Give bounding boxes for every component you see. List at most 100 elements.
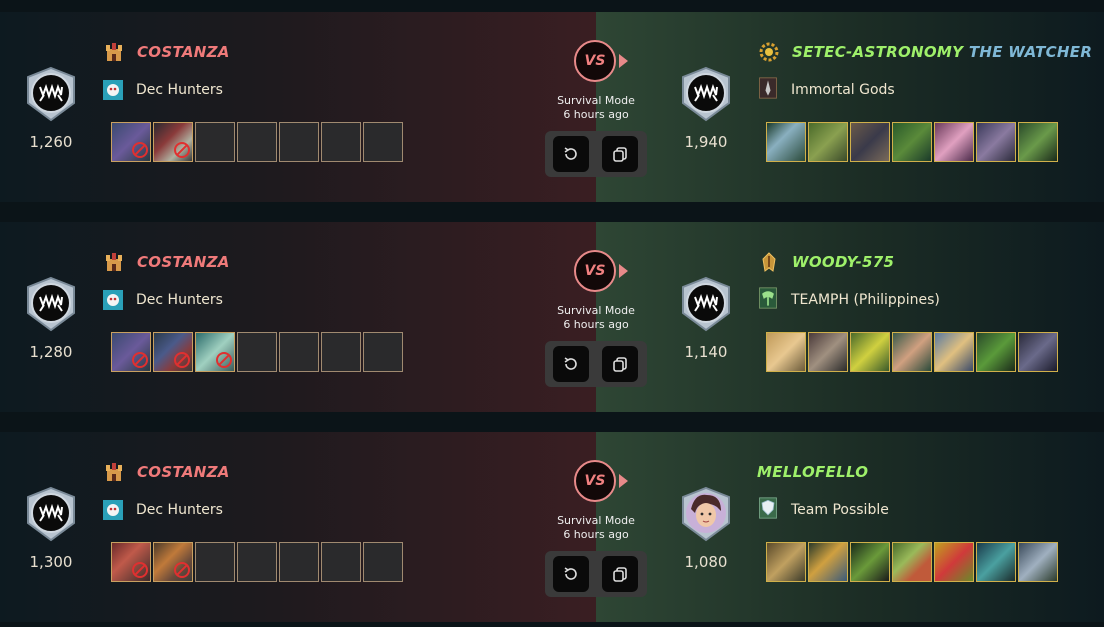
gear-sun-icon	[759, 42, 779, 62]
vs-arrow-icon	[619, 474, 628, 488]
disabled-icon	[174, 562, 190, 578]
mode-label: Survival Mode	[557, 514, 635, 527]
left-team-cards	[111, 122, 405, 162]
right-guild-name[interactable]: Immortal Gods	[791, 82, 895, 98]
card-slot[interactable]	[976, 332, 1016, 372]
player-name-text: SETEC-ASTRONOMY	[792, 43, 964, 61]
card-slot[interactable]	[153, 122, 193, 162]
left-player-name[interactable]: COSTANZA	[137, 253, 230, 271]
card-slot[interactable]	[808, 332, 848, 372]
battle-time: 6 hours ago	[563, 108, 629, 121]
card-slot-empty	[321, 542, 361, 582]
player-title: THE WATCHER	[968, 43, 1093, 61]
card-slot[interactable]	[976, 542, 1016, 582]
rank-badge-icon	[27, 66, 75, 122]
card-slot[interactable]	[934, 542, 974, 582]
mode-label: Survival Mode	[557, 94, 635, 107]
right-player-name[interactable]: WOODY-575	[792, 253, 894, 271]
card-slot[interactable]	[892, 122, 932, 162]
left-guild-name[interactable]: Dec Hunters	[136, 502, 223, 518]
right-player-name[interactable]: MELLOFELLO	[757, 463, 868, 481]
vs-badge: VS	[574, 40, 616, 82]
golden-crest-icon	[762, 252, 776, 272]
avatar-icon	[682, 486, 730, 542]
replay-icon	[564, 567, 577, 580]
rank-badge-icon	[27, 276, 75, 332]
replay-icon	[564, 147, 577, 160]
card-slot[interactable]	[111, 122, 151, 162]
left-player-name[interactable]: COSTANZA	[137, 43, 230, 61]
left-guild-name[interactable]: Dec Hunters	[136, 292, 223, 308]
right-rating: 1,940	[684, 133, 728, 151]
vs-badge: VS	[574, 460, 616, 502]
card-slot-empty	[237, 122, 277, 162]
guild-banner-icon	[759, 287, 777, 309]
card-slot[interactable]	[195, 332, 235, 372]
card-slot[interactable]	[808, 542, 848, 582]
copy-team-button[interactable]	[602, 556, 638, 592]
card-slot[interactable]	[1018, 542, 1058, 582]
right-guild-name[interactable]: TEAMPH (Philippines)	[791, 292, 940, 308]
copy-icon	[613, 357, 627, 372]
disabled-icon	[132, 352, 148, 368]
rank-badge-icon	[682, 66, 730, 122]
battle-time: 6 hours ago	[563, 318, 629, 331]
copy-team-button[interactable]	[602, 136, 638, 172]
battle-actions	[545, 551, 647, 597]
card-slot[interactable]	[766, 542, 806, 582]
right-guild-name[interactable]: Team Possible	[791, 502, 889, 518]
card-slot[interactable]	[153, 332, 193, 372]
copy-team-button[interactable]	[602, 346, 638, 382]
card-slot[interactable]	[934, 122, 974, 162]
right-player-name[interactable]: SETEC-ASTRONOMY THE WATCHER	[792, 43, 1092, 61]
battle-actions	[545, 341, 647, 387]
card-slot[interactable]	[808, 122, 848, 162]
replay-button[interactable]	[553, 136, 589, 172]
card-slot[interactable]	[111, 332, 151, 372]
card-slot[interactable]	[111, 542, 151, 582]
rank-badge-icon	[27, 486, 75, 542]
battle-row: 1,260 COSTANZA Dec Hunters VS Survival M…	[0, 12, 1104, 202]
battle-mode: Survival Mode 6 hours ago	[536, 304, 656, 332]
card-slot-empty	[237, 542, 277, 582]
battle-row: 1,300 COSTANZA Dec Hunters VS Survival M…	[0, 432, 1104, 622]
right-team-cards	[766, 332, 1060, 372]
card-slot[interactable]	[850, 542, 890, 582]
left-guild-name[interactable]: Dec Hunters	[136, 82, 223, 98]
guild-banner-icon	[759, 77, 777, 99]
card-slot[interactable]	[1018, 332, 1058, 372]
card-slot[interactable]	[976, 122, 1016, 162]
guild-banner-icon	[103, 290, 123, 310]
vs-arrow-icon	[619, 264, 628, 278]
castle-emblem-icon	[106, 463, 122, 481]
card-slot[interactable]	[1018, 122, 1058, 162]
disabled-icon	[216, 352, 232, 368]
card-slot[interactable]	[766, 122, 806, 162]
card-slot[interactable]	[934, 332, 974, 372]
replay-button[interactable]	[553, 346, 589, 382]
card-slot[interactable]	[850, 332, 890, 372]
rank-badge-icon	[682, 276, 730, 332]
card-slot-empty	[237, 332, 277, 372]
battle-row: 1,280 COSTANZA Dec Hunters VS Survival M…	[0, 222, 1104, 412]
battle-time: 6 hours ago	[563, 528, 629, 541]
disabled-icon	[174, 352, 190, 368]
player-name-text: MELLOFELLO	[757, 463, 869, 481]
copy-icon	[613, 567, 627, 582]
card-slot-empty	[363, 542, 403, 582]
card-slot-empty	[279, 542, 319, 582]
copy-icon	[613, 147, 627, 162]
castle-emblem-icon	[106, 43, 122, 61]
left-rating: 1,300	[29, 553, 73, 571]
disabled-icon	[132, 142, 148, 158]
card-slot[interactable]	[766, 332, 806, 372]
left-player-name[interactable]: COSTANZA	[137, 463, 230, 481]
replay-button[interactable]	[553, 556, 589, 592]
disabled-icon	[132, 562, 148, 578]
right-rating: 1,140	[684, 343, 728, 361]
card-slot[interactable]	[850, 122, 890, 162]
card-slot[interactable]	[892, 542, 932, 582]
card-slot[interactable]	[892, 332, 932, 372]
card-slot[interactable]	[153, 542, 193, 582]
right-team-cards	[766, 122, 1060, 162]
